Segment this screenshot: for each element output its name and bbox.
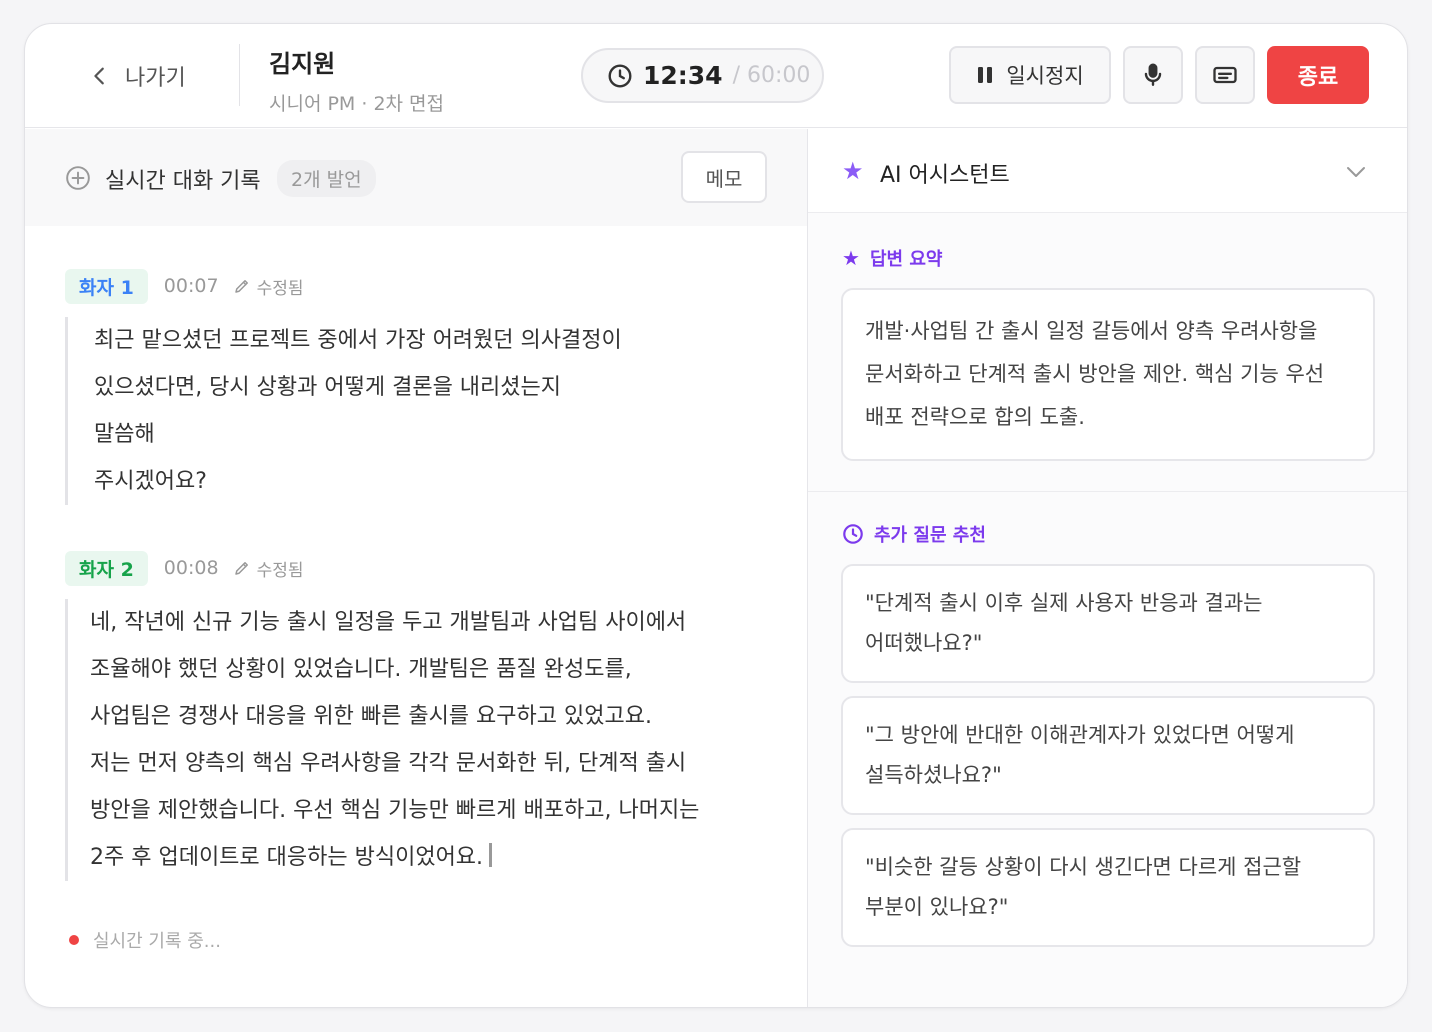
utterance-line: 조율해야 했던 상황이 있었습니다. 개발팀은 품질 완성도를,: [90, 657, 632, 682]
question-line: 어떠했나요?": [865, 631, 983, 655]
live-recording-status: 실시간 기록 중...: [69, 927, 221, 953]
candidate-name: 김지원: [269, 50, 336, 78]
section-divider: [808, 491, 1407, 492]
live-status-label: 실시간 기록 중...: [93, 931, 221, 952]
suggested-question-card[interactable]: "그 방안에 반대한 이해관계자가 있었다면 어떻게 설득하셨나요?": [841, 696, 1375, 815]
timer-current: 12:34: [643, 61, 723, 90]
summary-title: 답변 요약: [869, 249, 943, 270]
utterance-line: 저는 먼저 양측의 핵심 우려사항을 각각 문서화한 뒤, 단계적 출시: [90, 751, 687, 776]
question-line: 부분이 있나요?": [865, 895, 1009, 919]
interview-window: 나가기 김지원 시니어 PM · 2차 면접 12:34 / 60:00 일시정…: [24, 23, 1408, 1008]
utterance-meta: 화자 1 00:07 수정됨: [65, 268, 622, 304]
utterance-line: 2주 후 업데이트로 대응하는 방식이었어요.: [90, 845, 484, 870]
transcript-title: 실시간 대화 기록: [105, 169, 261, 194]
suggest-title: 추가 질문 추천: [874, 525, 986, 546]
header-divider: [239, 44, 240, 106]
star-icon: ★: [842, 246, 860, 270]
utterance-line: 네, 작년에 신규 기능 출시 일정을 두고 개발팀과 사업팀 사이에서: [90, 610, 687, 635]
star-icon: ★: [842, 157, 864, 185]
plus-circle-icon[interactable]: [65, 165, 91, 191]
timestamp: 00:07: [163, 275, 219, 297]
utterance-last-line: 2주 후 업데이트로 대응하는 방식이었어요.: [90, 834, 699, 881]
answer-summary-card: 개발·사업팀 간 출시 일정 갈등에서 양측 우려사항을 문서화하고 단계적 출…: [841, 288, 1375, 461]
utterance-line: 주시겠어요?: [94, 469, 207, 494]
utterance-count-badge: 2개 발언: [277, 160, 376, 197]
question-line: "단계적 출시 이후 실제 사용자 반응과 결과는: [865, 591, 1263, 615]
utterance-line: 방안을 제안했습니다. 우선 핵심 기능만 빠르게 배포하고, 나머지는: [90, 798, 700, 823]
question-line: "비슷한 갈등 상황이 다시 생긴다면 다르게 접근할: [865, 855, 1302, 879]
utterance-text[interactable]: 네, 작년에 신규 기능 출시 일정을 두고 개발팀과 사업팀 사이에서 조율해…: [65, 599, 699, 881]
question-line: 설득하셨나요?": [865, 763, 1002, 787]
ai-assistant-panel: ★ AI 어시스턴트 ★ 답변 요약 개발·사업팀 간 출시 일정 갈등에서 양…: [808, 129, 1407, 1007]
header: 나가기 김지원 시니어 PM · 2차 면접 12:34 / 60:00 일시정…: [25, 24, 1407, 128]
assistant-header[interactable]: ★ AI 어시스턴트: [808, 129, 1407, 213]
summary-line: 배포 전략으로 합의 도출.: [865, 405, 1085, 429]
edited-label: 수정됨: [256, 560, 304, 581]
suggested-question-card[interactable]: "비슷한 갈등 상황이 다시 생긴다면 다르게 접근할 부분이 있나요?": [841, 828, 1375, 947]
clock-icon: [608, 64, 632, 87]
utterance-line: 있으셨다면, 당시 상황과 어떻게 결론을 내리셨는지: [94, 375, 562, 400]
utterance: 화자 2 00:08 수정됨 네, 작년에 신규 기능 출시 일정을 두고 개발…: [65, 550, 699, 881]
utterance-line: 최근 맡으셨던 프로젝트 중에서 가장 어려웠던 의사결정이: [94, 328, 622, 353]
timer-total: / 60:00: [732, 63, 811, 88]
caption-button[interactable]: [1195, 46, 1255, 104]
utterance-line: 사업팀은 경쟁사 대응을 위한 빠른 출시를 요구하고 있었고요.: [90, 704, 652, 729]
utterance-line: 말씀해: [94, 422, 155, 447]
summary-line: 개발·사업팀 간 출시 일정 갈등에서 양측 우려사항을: [865, 319, 1318, 343]
candidate-subtitle: 시니어 PM · 2차 면접: [269, 93, 445, 115]
pause-button[interactable]: 일시정지: [949, 46, 1111, 104]
clock-icon: [843, 524, 863, 544]
summary-section-title: ★ 답변 요약: [842, 245, 942, 271]
caption-icon: [1213, 66, 1237, 84]
candidate-info: 김지원 시니어 PM · 2차 면접: [269, 44, 444, 116]
transcript-panel: 실시간 대화 기록 2개 발언 메모 화자 1 00:07 수정됨 최근 맡으셨…: [25, 129, 807, 1007]
pause-label: 일시정지: [1006, 64, 1084, 88]
interview-timer: 12:34 / 60:00: [581, 48, 824, 103]
back-button[interactable]: 나가기: [89, 60, 186, 92]
utterance-text[interactable]: 최근 맡으셨던 프로젝트 중에서 가장 어려웠던 의사결정이 있으셨다면, 당시…: [65, 317, 622, 505]
assistant-title: AI 어시스턴트: [880, 163, 1010, 188]
chevron-left-icon: [94, 67, 104, 85]
utterance: 화자 1 00:07 수정됨 최근 맡으셨던 프로젝트 중에서 가장 어려웠던 …: [65, 268, 622, 505]
edited-indicator: 수정됨: [233, 274, 304, 299]
pencil-icon: [234, 280, 248, 293]
transcript-header: 실시간 대화 기록 2개 발언 메모: [25, 129, 807, 226]
summary-line: 문서화하고 단계적 출시 방안을 제안. 핵심 기능 우선: [865, 362, 1325, 386]
suggested-question-card[interactable]: "단계적 출시 이후 실제 사용자 반응과 결과는 어떠했나요?": [841, 564, 1375, 683]
mic-button[interactable]: [1123, 46, 1183, 104]
back-label: 나가기: [125, 66, 186, 91]
recording-dot-icon: [69, 935, 79, 945]
timestamp: 00:08: [163, 557, 219, 579]
edited-indicator: 수정됨: [233, 556, 304, 581]
pause-icon: [978, 67, 993, 83]
mic-icon: [1144, 63, 1162, 86]
question-line: "그 방안에 반대한 이해관계자가 있었다면 어떻게: [865, 723, 1295, 747]
edited-label: 수정됨: [256, 278, 304, 299]
chevron-down-icon[interactable]: [1344, 159, 1368, 183]
utterance-meta: 화자 2 00:08 수정됨: [65, 550, 699, 586]
end-button[interactable]: 종료: [1267, 46, 1369, 104]
memo-button[interactable]: 메모: [681, 151, 767, 203]
typing-caret: [489, 843, 493, 867]
suggestions-section-title: 추가 질문 추천: [842, 521, 986, 547]
speaker-badge[interactable]: 화자 2: [65, 550, 148, 586]
speaker-badge[interactable]: 화자 1: [65, 268, 148, 304]
pencil-icon: [234, 562, 248, 575]
